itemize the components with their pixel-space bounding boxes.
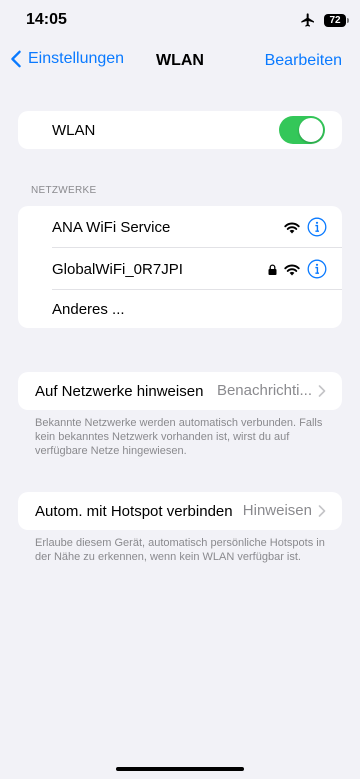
wlan-label: WLAN (52, 121, 96, 139)
auto-join-hotspot-footnote: Erlaube diesem Gerät, automatisch persön… (35, 537, 325, 563)
other-network-label: Anderes ... (52, 300, 125, 318)
navigation-bar: Einstellungen WLAN Bearbeiten (0, 44, 360, 80)
status-time: 14:05 (26, 11, 67, 28)
auto-join-hotspot-value: Hinweisen (242, 502, 312, 519)
auto-join-hotspot-label: Autom. mit Hotspot verbinden (35, 502, 233, 520)
auto-join-hotspot-row[interactable]: Autom. mit Hotspot verbinden Hinweisen (18, 492, 342, 530)
status-icons: 72 (300, 12, 349, 28)
airplane-icon (301, 13, 314, 27)
toggle-knob (299, 118, 323, 142)
info-icon[interactable] (307, 217, 327, 237)
chevron-right-icon (318, 385, 326, 397)
ask-to-join-footnote: Bekannte Netzwerke werden automatisch ve… (35, 417, 323, 457)
network-row[interactable]: ANA WiFi Service (18, 206, 342, 248)
network-name: GlobalWiFi_0R7JPI (52, 260, 183, 278)
home-indicator[interactable] (116, 767, 244, 771)
other-network-row[interactable]: Anderes ... (18, 290, 342, 328)
edit-button[interactable]: Bearbeiten (265, 52, 342, 70)
networks-list: ANA WiFi Service GlobalWiFi_0R7JPI Ander… (18, 206, 342, 328)
ask-to-join-label: Auf Netzwerke hinweisen (35, 382, 204, 400)
wifi-icon (284, 222, 300, 233)
network-name: ANA WiFi Service (52, 218, 171, 236)
wlan-toggle[interactable] (279, 116, 325, 144)
ask-to-join-group: Auf Netzwerke hinweisen Benachrichti... (18, 372, 342, 410)
battery-icon: 72 (324, 13, 349, 27)
wifi-icon (284, 264, 300, 275)
wlan-toggle-group: WLAN (18, 111, 342, 149)
lock-icon (268, 263, 277, 275)
wlan-settings-screen: 14:05 72 Einstellungen WLAN Bearbeiten W… (0, 0, 360, 779)
status-bar: 14:05 72 (0, 0, 360, 44)
ask-to-join-row[interactable]: Auf Netzwerke hinweisen Benachrichti... (18, 372, 342, 410)
ask-to-join-value: Benachrichti... (216, 382, 312, 399)
auto-join-hotspot-group: Autom. mit Hotspot verbinden Hinweisen (18, 492, 342, 530)
info-icon[interactable] (307, 259, 327, 279)
network-row[interactable]: GlobalWiFi_0R7JPI (18, 248, 342, 290)
chevron-right-icon (318, 505, 326, 517)
wlan-row: WLAN (18, 111, 342, 149)
networks-section-header: NETZWERKE (31, 185, 97, 196)
